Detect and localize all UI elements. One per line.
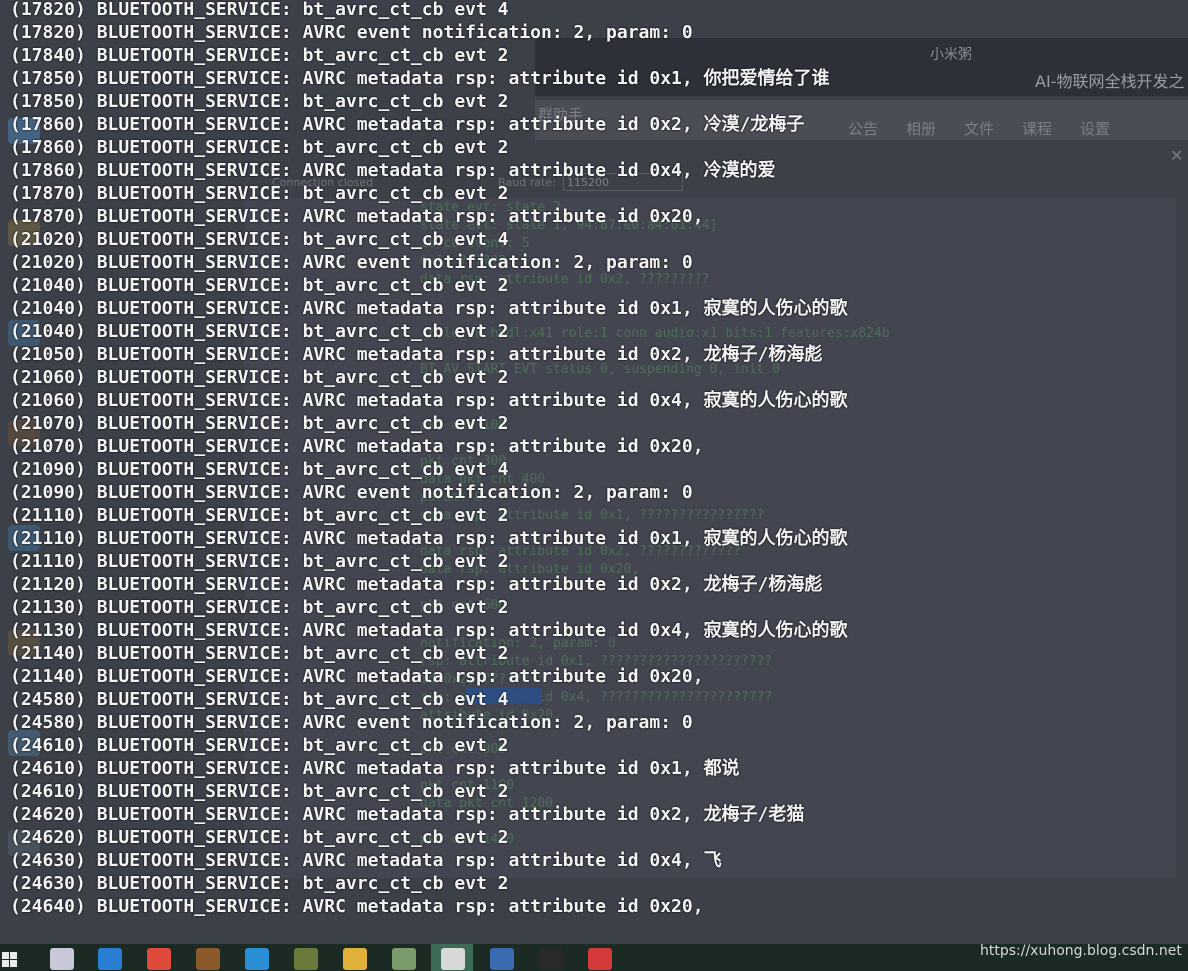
python-icon[interactable] [490, 948, 514, 970]
bear-app-icon[interactable] [196, 948, 220, 970]
nav-notice[interactable]: 公告 [848, 118, 878, 139]
log-line: (21110) BLUETOOTH_SERVICE: bt_avrc_ct_cb… [10, 505, 509, 526]
sublime-icon[interactable] [294, 948, 318, 970]
log-line: (21040) BLUETOOTH_SERVICE: bt_avrc_ct_cb… [10, 275, 509, 296]
bluetooth-log-output: (17820) BLUETOOTH_SERVICE: bt_avrc_ct_cb… [10, 0, 848, 920]
log-line: (24630) BLUETOOTH_SERVICE: AVRC metadata… [10, 850, 722, 871]
log-line: (24620) BLUETOOTH_SERVICE: AVRC metadata… [10, 804, 805, 825]
log-line: (21110) BLUETOOTH_SERVICE: bt_avrc_ct_cb… [10, 551, 509, 572]
log-line: (21090) BLUETOOTH_SERVICE: AVRC event no… [10, 482, 693, 503]
log-line: (21060) BLUETOOTH_SERVICE: AVRC metadata… [10, 390, 848, 411]
log-line: (21130) BLUETOOTH_SERVICE: AVRC metadata… [10, 620, 848, 641]
log-line: (24620) BLUETOOTH_SERVICE: bt_avrc_ct_cb… [10, 827, 509, 848]
log-line: (21020) BLUETOOTH_SERVICE: AVRC event no… [10, 252, 693, 273]
log-line: (17820) BLUETOOTH_SERVICE: AVRC event no… [10, 22, 693, 43]
log-line: (21120) BLUETOOTH_SERVICE: AVRC metadata… [10, 574, 823, 595]
file-explorer-icon[interactable] [343, 948, 367, 970]
log-line: (24630) BLUETOOTH_SERVICE: bt_avrc_ct_cb… [10, 873, 509, 894]
log-line: (17850) BLUETOOTH_SERVICE: AVRC metadata… [10, 68, 830, 89]
vscode-icon[interactable] [245, 948, 269, 970]
log-line: (21070) BLUETOOTH_SERVICE: AVRC metadata… [10, 436, 704, 457]
log-line: (24580) BLUETOOTH_SERVICE: bt_avrc_ct_cb… [10, 689, 509, 710]
log-line: (21090) BLUETOOTH_SERVICE: bt_avrc_ct_cb… [10, 459, 509, 480]
log-line: (17870) BLUETOOTH_SERVICE: bt_avrc_ct_cb… [10, 183, 509, 204]
log-line: (17860) BLUETOOTH_SERVICE: AVRC metadata… [10, 114, 805, 135]
log-line: (24580) BLUETOOTH_SERVICE: AVRC event no… [10, 712, 693, 733]
log-line: (21140) BLUETOOTH_SERVICE: AVRC metadata… [10, 666, 704, 687]
log-line: (21110) BLUETOOTH_SERVICE: AVRC metadata… [10, 528, 848, 549]
log-line: (21020) BLUETOOTH_SERVICE: bt_avrc_ct_cb… [10, 229, 509, 250]
watermark: https://xuhong.blog.csdn.net [980, 943, 1182, 959]
qq-icon[interactable] [588, 948, 612, 970]
serial-monitor-icon[interactable] [441, 948, 465, 970]
log-line: (21140) BLUETOOTH_SERVICE: bt_avrc_ct_cb… [10, 643, 509, 664]
log-line: (17850) BLUETOOTH_SERVICE: bt_avrc_ct_cb… [10, 91, 509, 112]
search-icon[interactable] [98, 948, 122, 970]
log-line: (24640) BLUETOOTH_SERVICE: AVRC metadata… [10, 896, 704, 917]
chrome-icon[interactable] [147, 948, 171, 970]
chat-subtitle: AI-物联网全栈开发之 [1035, 72, 1185, 91]
nav-courses[interactable]: 课程 [1022, 118, 1052, 139]
chat-title: 小米粥 [930, 47, 972, 63]
windows-start-icon[interactable] [0, 950, 18, 968]
log-line: (17860) BLUETOOTH_SERVICE: bt_avrc_ct_cb… [10, 137, 509, 158]
log-line: (21070) BLUETOOTH_SERVICE: bt_avrc_ct_cb… [10, 413, 509, 434]
terminal-icon[interactable] [539, 948, 563, 970]
log-line: (24610) BLUETOOTH_SERVICE: bt_avrc_ct_cb… [10, 735, 509, 756]
nav-settings[interactable]: 设置 [1080, 118, 1110, 139]
log-line: (17870) BLUETOOTH_SERVICE: AVRC metadata… [10, 206, 704, 227]
log-line: (21040) BLUETOOTH_SERVICE: bt_avrc_ct_cb… [10, 321, 509, 342]
log-line: (21060) BLUETOOTH_SERVICE: bt_avrc_ct_cb… [10, 367, 509, 388]
notepad-icon[interactable] [392, 948, 416, 970]
log-line: (17860) BLUETOOTH_SERVICE: AVRC metadata… [10, 160, 776, 181]
media-player-icon[interactable] [50, 948, 74, 970]
close-icon[interactable]: ✕ [1170, 146, 1183, 165]
log-line: (21040) BLUETOOTH_SERVICE: AVRC metadata… [10, 298, 848, 319]
log-line: (17820) BLUETOOTH_SERVICE: bt_avrc_ct_cb… [10, 0, 509, 20]
log-line: (17840) BLUETOOTH_SERVICE: bt_avrc_ct_cb… [10, 45, 509, 66]
log-line: (21130) BLUETOOTH_SERVICE: bt_avrc_ct_cb… [10, 597, 509, 618]
nav-files[interactable]: 文件 [964, 118, 994, 139]
log-line: (21050) BLUETOOTH_SERVICE: AVRC metadata… [10, 344, 823, 365]
log-line: (24610) BLUETOOTH_SERVICE: bt_avrc_ct_cb… [10, 781, 509, 802]
nav-album[interactable]: 相册 [906, 118, 936, 139]
log-line: (24610) BLUETOOTH_SERVICE: AVRC metadata… [10, 758, 740, 779]
